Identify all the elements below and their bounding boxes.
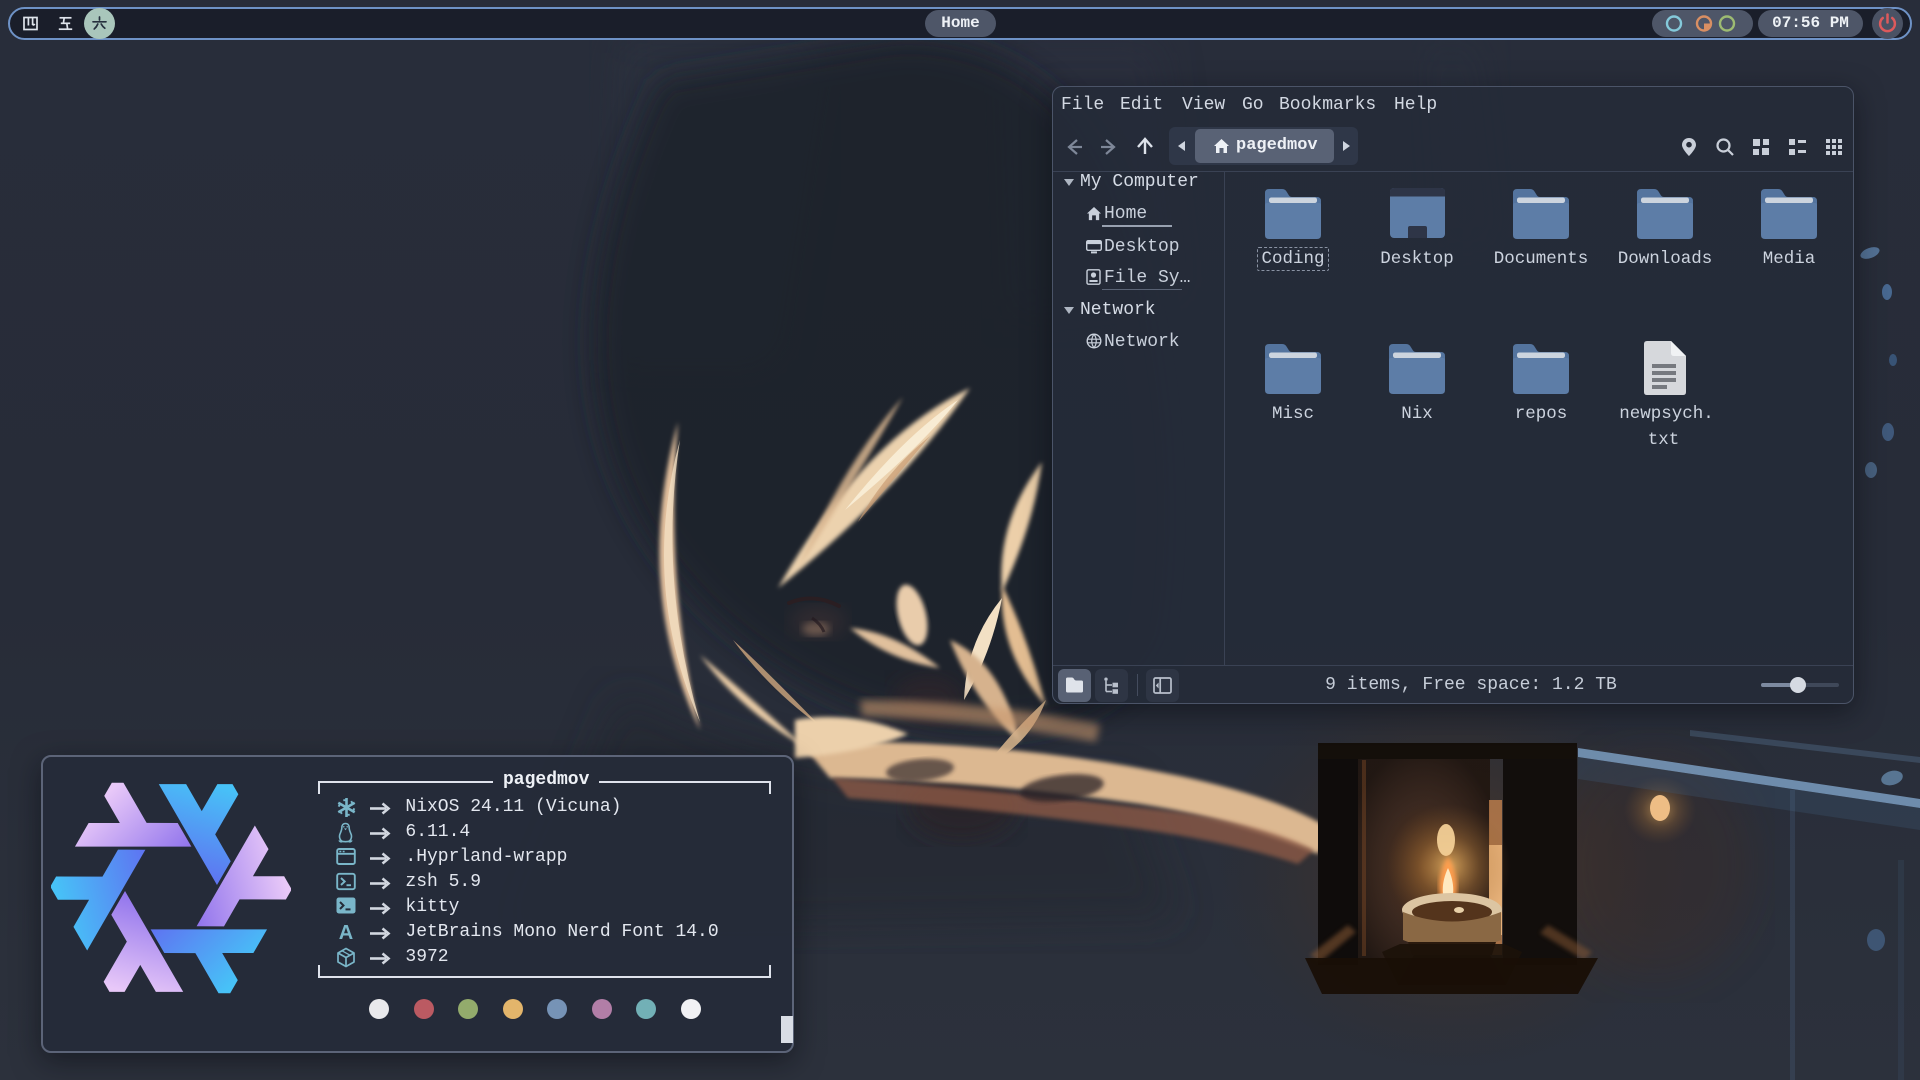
svg-text:A: A <box>339 922 353 942</box>
